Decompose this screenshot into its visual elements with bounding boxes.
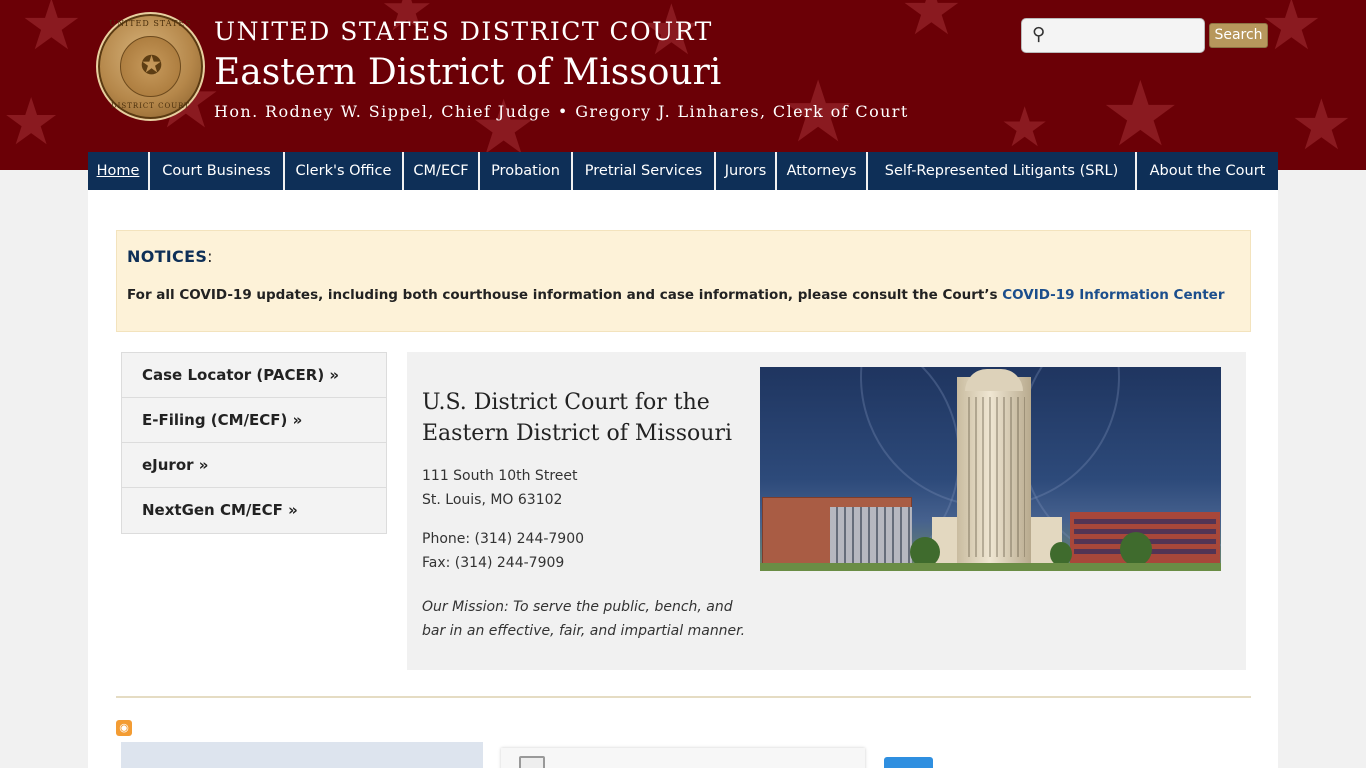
social-widget[interactable] bbox=[884, 757, 933, 768]
quick-link-pacer[interactable]: Case Locator (PACER) » bbox=[122, 353, 386, 398]
nav-item-jurors[interactable]: Jurors bbox=[716, 152, 777, 190]
quick-link-ejuror[interactable]: eJuror » bbox=[122, 443, 386, 488]
covid-info-link[interactable]: COVID-19 Information Center bbox=[1002, 287, 1224, 303]
nav-item-about[interactable]: About the Court bbox=[1137, 152, 1278, 190]
nav-item-attorneys[interactable]: Attorneys bbox=[777, 152, 868, 190]
decorative-star: ★ bbox=[1260, 0, 1323, 66]
quick-link-nextgen[interactable]: NextGen CM/ECF » bbox=[122, 488, 386, 533]
nav-item-clerks-office[interactable]: Clerk's Office bbox=[285, 152, 404, 190]
eagle-icon: ✪ bbox=[140, 51, 163, 81]
decorative-star: ★ bbox=[900, 0, 963, 51]
search-box: ⚲ bbox=[1021, 18, 1205, 53]
court-seal[interactable]: UNITED STATES ✪ DISTRICT COURT bbox=[96, 12, 205, 121]
decorative-star: ★ bbox=[1000, 95, 1050, 159]
main-content: NOTICES: For all COVID-19 updates, inclu… bbox=[88, 190, 1278, 768]
main-nav: Home Court Business Clerk's Office CM/EC… bbox=[88, 152, 1278, 190]
fax-number: Fax: (314) 244-7909 bbox=[422, 555, 565, 571]
quick-link-efiling[interactable]: E-Filing (CM/ECF) » bbox=[122, 398, 386, 443]
decorative-star: ★ bbox=[2, 85, 61, 160]
phone-number: Phone: (314) 244-7900 bbox=[422, 531, 585, 547]
courthouse-image bbox=[760, 367, 1221, 571]
sidebar-panel bbox=[121, 742, 483, 768]
notice-box: NOTICES: For all COVID-19 updates, inclu… bbox=[116, 230, 1251, 332]
decorative-star: ★ bbox=[20, 0, 83, 66]
decorative-star: ★ bbox=[1290, 84, 1353, 166]
district-title[interactable]: Eastern District of Missouri bbox=[214, 52, 721, 93]
nav-item-srl[interactable]: Self-Represented Litigants (SRL) bbox=[868, 152, 1137, 190]
court-info-heading: U.S. District Court for the Eastern Dist… bbox=[422, 390, 733, 446]
seal-bottom-text: DISTRICT COURT bbox=[111, 102, 190, 110]
nav-item-cmecf[interactable]: CM/ECF bbox=[404, 152, 480, 190]
nav-item-pretrial-services[interactable]: Pretrial Services bbox=[573, 152, 716, 190]
rss-icon[interactable]: ◉ bbox=[116, 720, 132, 736]
address-line-2: St. Louis, MO 63102 bbox=[422, 492, 563, 508]
seal-top-text: UNITED STATES bbox=[109, 19, 192, 28]
section-divider bbox=[116, 696, 1251, 698]
judges-line: Hon. Rodney W. Sippel, Chief Judge • Gre… bbox=[214, 102, 909, 121]
seal-emblem: ✪ bbox=[120, 36, 181, 97]
search-button[interactable]: Search bbox=[1209, 23, 1268, 48]
search-icon: ⚲ bbox=[1032, 24, 1046, 45]
notice-text: For all COVID-19 updates, including both… bbox=[127, 287, 1224, 303]
court-title[interactable]: UNITED STATES DISTRICT COURT bbox=[214, 17, 713, 46]
quick-links: Case Locator (PACER) » E-Filing (CM/ECF)… bbox=[121, 352, 387, 534]
mission-statement: Our Mission: To serve the public, bench,… bbox=[422, 599, 746, 639]
notice-title-text: NOTICES bbox=[127, 247, 208, 266]
document-icon bbox=[519, 756, 545, 768]
notice-title: NOTICES: bbox=[127, 247, 213, 266]
nav-item-probation[interactable]: Probation bbox=[480, 152, 573, 190]
nav-item-home[interactable]: Home bbox=[88, 152, 150, 190]
search-input[interactable] bbox=[1058, 24, 1198, 48]
site-header: ★ ★ ★ ★ ★ ★ ★ ★ ★ ★ ★ ★ UNITED STATES ✪ … bbox=[0, 0, 1366, 170]
nav-item-court-business[interactable]: Court Business bbox=[150, 152, 285, 190]
notice-body: For all COVID-19 updates, including both… bbox=[127, 287, 1003, 303]
news-panel bbox=[501, 748, 865, 768]
address-line-1: 111 South 10th Street bbox=[422, 468, 578, 484]
court-info-box: U.S. District Court for the Eastern Dist… bbox=[407, 352, 1246, 670]
decorative-star: ★ bbox=[1100, 62, 1181, 167]
